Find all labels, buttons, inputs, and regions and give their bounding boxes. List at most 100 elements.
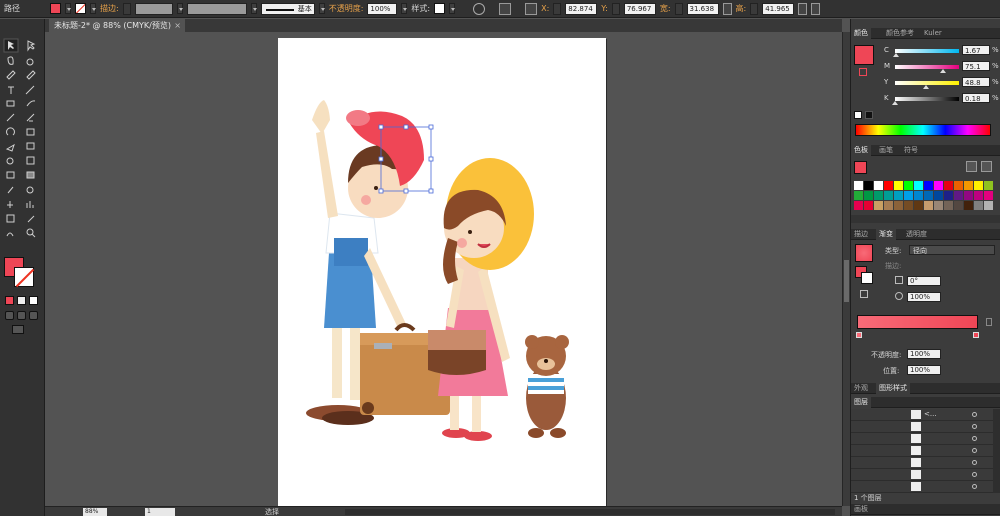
swatch-cell[interactable] [904, 181, 913, 190]
draw-inside-button[interactable] [29, 311, 38, 320]
stroke-label[interactable]: 描边: [100, 3, 119, 14]
brush-dropdown[interactable] [318, 3, 325, 14]
swatch-cell[interactable] [854, 191, 863, 200]
reference-point-icon[interactable] [525, 2, 538, 15]
horizontal-scrollbar[interactable] [345, 509, 835, 515]
swatch-cell[interactable] [984, 181, 993, 190]
target-icon[interactable] [972, 436, 977, 441]
target-icon[interactable] [972, 424, 977, 429]
layer-row[interactable] [851, 457, 993, 469]
screen-mode-button[interactable] [12, 325, 24, 334]
artboard-number-field[interactable]: 1 [145, 508, 175, 516]
layer-row[interactable] [851, 421, 993, 433]
swatch-cell[interactable] [874, 191, 883, 200]
swatch-cell[interactable] [934, 201, 943, 210]
align-icon[interactable] [499, 2, 512, 15]
stroke-color-swatch[interactable] [75, 3, 86, 14]
gradient-stroke-swatch[interactable] [861, 272, 873, 284]
graphic-style-dropdown[interactable] [449, 3, 456, 14]
stroke-weight-dropdown[interactable] [176, 3, 183, 14]
tab-artboards[interactable]: 画板 [851, 504, 871, 515]
delete-stop-icon[interactable] [986, 318, 992, 326]
tab-transparency[interactable]: 透明度 [903, 229, 930, 240]
target-icon[interactable] [972, 460, 977, 465]
channel-knob-c[interactable] [893, 53, 900, 57]
panel-menu-icon[interactable] [811, 2, 821, 15]
tab-color-guide[interactable]: 颜色参考 [883, 28, 917, 39]
channel-track-m[interactable] [895, 65, 959, 69]
swatch-cell[interactable] [974, 181, 983, 190]
variable-width-dropdown[interactable] [250, 3, 257, 14]
tab-swatches[interactable]: 色板 [851, 145, 871, 156]
channel-knob-y[interactable] [923, 85, 930, 89]
transform-icon[interactable] [798, 2, 808, 15]
vertical-scrollbar[interactable] [842, 32, 850, 506]
slider-row-m[interactable]: M 75.1% [851, 61, 1000, 73]
layers-scrollbar[interactable] [993, 409, 1000, 493]
h-field[interactable]: 41.965 [762, 2, 795, 15]
stroke-swatch[interactable] [14, 267, 34, 287]
layer-row[interactable] [851, 469, 993, 481]
swatch-cell[interactable] [964, 181, 973, 190]
swatch-cell[interactable] [864, 181, 873, 190]
stroke-weight-field[interactable] [134, 2, 173, 15]
gradient-mode-button[interactable] [17, 296, 26, 305]
slider-row-k[interactable]: K 0.18% [851, 93, 1000, 105]
swatch-panel-fill[interactable] [854, 161, 867, 174]
fill-color-swatch[interactable] [50, 3, 61, 14]
w-stepper[interactable] [674, 2, 683, 15]
swatch-cell[interactable] [944, 201, 953, 210]
reverse-gradient-icon[interactable] [860, 290, 868, 298]
color-mode-button[interactable] [5, 296, 14, 305]
w-field[interactable]: 31.638 [686, 2, 719, 15]
channel-knob-m[interactable] [940, 69, 947, 73]
swatch-cell[interactable] [944, 181, 953, 190]
swatch-cell[interactable] [884, 181, 893, 190]
gradient-aspect-field[interactable]: 100% [907, 292, 941, 302]
status-tool-text[interactable]: 选择 [265, 507, 279, 516]
constrain-proportions-icon[interactable] [722, 2, 732, 15]
graphic-style-swatch[interactable] [434, 3, 446, 14]
document-tab[interactable]: 未标题-2* @ 88% (CMYK/预览) × [49, 19, 185, 32]
opacity-field[interactable]: 100% [367, 2, 398, 15]
swatch-cell[interactable] [934, 191, 943, 200]
swatch-cell[interactable] [984, 191, 993, 200]
swatch-grid[interactable] [854, 181, 994, 213]
swatch-cell[interactable] [924, 201, 933, 210]
swatch-cell[interactable] [874, 181, 883, 190]
gradient-stop-left[interactable] [856, 332, 862, 338]
target-icon[interactable] [972, 412, 977, 417]
channel-knob-k[interactable] [892, 101, 899, 105]
swatch-cell[interactable] [884, 191, 893, 200]
swatch-cell[interactable] [914, 201, 923, 210]
tab-graphic-styles[interactable]: 图形样式 [876, 383, 910, 394]
swatch-cell[interactable] [884, 201, 893, 210]
artboard[interactable] [278, 38, 606, 506]
tab-symbols[interactable]: 符号 [901, 145, 921, 156]
swatch-cell[interactable] [934, 181, 943, 190]
swatch-cell[interactable] [874, 201, 883, 210]
y-stepper[interactable] [611, 2, 620, 15]
target-icon[interactable] [972, 484, 977, 489]
swatch-cell[interactable] [914, 191, 923, 200]
vertical-scroll-thumb[interactable] [844, 260, 849, 302]
variable-width-field[interactable] [186, 2, 247, 15]
illustration-artwork[interactable] [278, 38, 606, 506]
black-color-button[interactable] [865, 111, 873, 119]
h-stepper[interactable] [750, 2, 759, 15]
canvas-area[interactable] [45, 32, 842, 506]
gradient-type-dropdown[interactable]: 径向 [909, 245, 995, 255]
channel-track-c[interactable] [895, 49, 959, 53]
swatch-cell[interactable] [924, 181, 933, 190]
swatch-cell[interactable] [974, 191, 983, 200]
layer-row[interactable] [851, 445, 993, 457]
channel-value-c[interactable]: 1.67 [962, 45, 990, 55]
opacity-label[interactable]: 不透明度: [329, 3, 364, 14]
gradient-angle-field[interactable]: 0° [907, 276, 941, 286]
list-view-icon[interactable] [966, 161, 977, 172]
swatch-cell[interactable] [964, 191, 973, 200]
recolor-artwork-icon[interactable] [473, 2, 486, 15]
tab-layers[interactable]: 图层 [851, 397, 871, 408]
swatch-cell[interactable] [954, 181, 963, 190]
layer-row[interactable] [851, 433, 993, 445]
